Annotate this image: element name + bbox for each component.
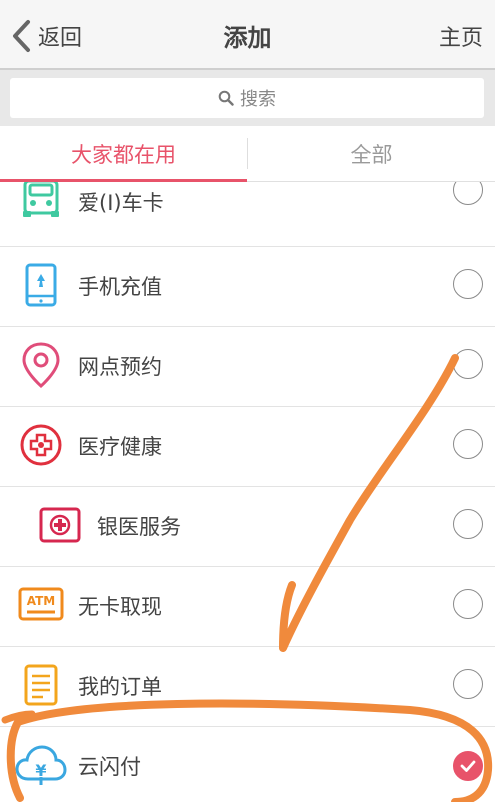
select-radio[interactable] — [453, 509, 483, 539]
list-item-my-orders[interactable]: 我的订单 — [0, 647, 495, 727]
list-item-car-card[interactable]: 爱(I)车卡 — [0, 182, 495, 247]
tab-bar: 大家都在用 全部 — [0, 126, 495, 182]
list-item-label: 我的订单 — [78, 675, 162, 699]
list-item-phone-recharge[interactable]: 手机充值 — [0, 247, 495, 327]
search-icon — [218, 90, 234, 106]
list-item-bank-medical[interactable]: 银医服务 — [0, 487, 495, 567]
select-radio[interactable] — [453, 669, 483, 699]
location-pin-icon — [19, 341, 63, 389]
top-bar: 返回 添加 主页 — [0, 0, 495, 70]
list-item-label: 云闪付 — [78, 755, 141, 779]
medical-cross-icon — [19, 423, 63, 467]
tab-all[interactable]: 全部 — [248, 126, 495, 181]
list-item-label: 医疗健康 — [78, 435, 162, 459]
medical-kit-icon — [38, 503, 82, 547]
order-list-icon — [19, 663, 63, 707]
select-radio[interactable] — [453, 182, 483, 205]
car-icon — [19, 182, 63, 219]
svg-text:ATM: ATM — [27, 594, 55, 608]
list-item-label: 无卡取现 — [78, 595, 162, 619]
list-item-healthcare[interactable]: 医疗健康 — [0, 407, 495, 487]
atm-icon: ATM — [18, 583, 64, 627]
cloud-pay-icon: ¥ — [14, 743, 68, 787]
search-placeholder: 搜索 — [240, 89, 276, 110]
list-item-label: 爱(I)车卡 — [78, 191, 164, 215]
list-item-cloud-pay[interactable]: ¥ 云闪付 — [0, 727, 495, 802]
select-radio[interactable] — [453, 589, 483, 619]
select-radio[interactable] — [453, 349, 483, 379]
list-item-label: 网点预约 — [78, 355, 162, 379]
page-title: 添加 — [223, 24, 272, 52]
list-item-label: 手机充值 — [78, 275, 162, 299]
search-area: 搜索 — [0, 70, 495, 126]
checkmark-icon — [460, 760, 476, 772]
phone-recharge-icon — [19, 263, 63, 307]
select-radio-checked[interactable] — [453, 751, 483, 781]
home-button[interactable]: 主页 — [439, 20, 483, 52]
select-radio[interactable] — [453, 429, 483, 459]
search-input[interactable]: 搜索 — [10, 78, 484, 118]
tab-popular[interactable]: 大家都在用 — [0, 126, 247, 182]
select-radio[interactable] — [453, 269, 483, 299]
service-list: 爱(I)车卡 手机充值 网点预约 医疗健康 银医服务 ATM 无卡取现 我的订单… — [0, 182, 495, 802]
list-item-branch-booking[interactable]: 网点预约 — [0, 327, 495, 407]
list-item-cardless-cash[interactable]: ATM 无卡取现 — [0, 567, 495, 647]
list-item-label: 银医服务 — [97, 515, 181, 539]
